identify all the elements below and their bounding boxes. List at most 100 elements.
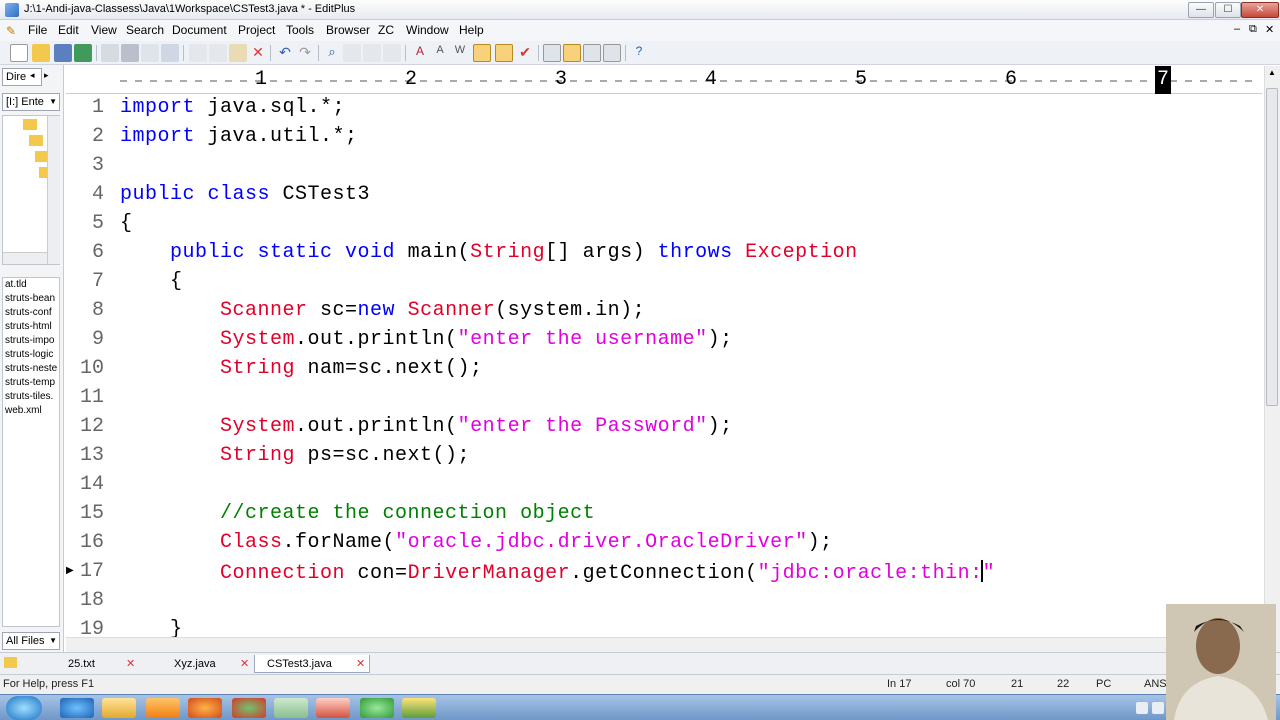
app-icon[interactable] — [274, 698, 308, 718]
menu-project[interactable]: Project — [238, 23, 275, 37]
menu-browser[interactable]: Browser — [326, 23, 370, 37]
code-line[interactable]: } — [120, 618, 183, 637]
goto-icon[interactable] — [383, 44, 401, 62]
directory-tab[interactable]: Dire — [2, 68, 42, 86]
code-line[interactable]: Scanner sc=new Scanner(system.in); — [120, 299, 645, 322]
find-icon[interactable]: ⌕ — [323, 44, 341, 62]
app-icon[interactable] — [402, 698, 436, 718]
close-button[interactable]: ✕ — [1241, 2, 1279, 18]
font-size-icon[interactable]: A — [431, 44, 449, 62]
line-numbers-icon[interactable] — [473, 44, 491, 62]
file-list-item[interactable]: struts-conf — [3, 306, 59, 320]
code-editor[interactable]: ▶ 1 import java.sql.*; 2 import java.util.*… — [66, 95, 1262, 637]
menu-window[interactable]: Window — [406, 23, 449, 37]
cliptext-icon[interactable] — [603, 44, 621, 62]
code-line[interactable]: //create the connection object — [120, 502, 595, 525]
file-list-item[interactable]: web.xml — [3, 404, 59, 418]
menu-zc[interactable]: ZC — [378, 23, 394, 37]
fullscreen-icon[interactable] — [543, 44, 561, 62]
file-list-item[interactable]: at.tld — [3, 278, 59, 292]
firefox-icon[interactable] — [188, 698, 222, 718]
save-icon[interactable] — [54, 44, 72, 62]
menu-edit[interactable]: Edit — [58, 23, 79, 37]
find-in-files-icon[interactable] — [363, 44, 381, 62]
minimize-button[interactable]: — — [1188, 2, 1214, 18]
print-preview-icon[interactable] — [101, 44, 119, 62]
horizontal-scrollbar[interactable] — [66, 637, 1262, 652]
tray-icon[interactable] — [1152, 702, 1164, 714]
menu-document[interactable]: Document — [172, 23, 227, 37]
file-list-item[interactable]: struts-neste — [3, 362, 59, 376]
file-list-item[interactable]: struts-impo — [3, 334, 59, 348]
check-icon[interactable]: ✔ — [516, 44, 534, 62]
tab-xyz-java[interactable]: Xyz.java — [162, 655, 252, 673]
close-icon[interactable]: ✕ — [240, 657, 249, 670]
print-icon[interactable] — [121, 44, 139, 62]
help-icon[interactable]: ? — [630, 44, 648, 62]
mdi-close-button[interactable]: ✕ — [1265, 23, 1274, 36]
tree-hscrollbar[interactable] — [3, 252, 47, 264]
code-line[interactable]: String ps=sc.next(); — [120, 444, 470, 467]
paste-icon[interactable] — [229, 44, 247, 62]
close-icon[interactable]: ✕ — [356, 657, 365, 670]
mdi-restore-button[interactable]: ⧉ — [1249, 23, 1257, 36]
file-filter-select[interactable]: All Files ▼ — [2, 632, 60, 650]
code-line[interactable]: System.out.println("enter the username")… — [120, 328, 733, 351]
media-player-icon[interactable] — [146, 698, 180, 718]
panel-prev-arrow-icon[interactable]: ◂ — [30, 70, 35, 81]
file-list-item[interactable]: struts-logic — [3, 348, 59, 362]
scroll-up-icon[interactable]: ▲ — [1268, 68, 1276, 77]
menu-file[interactable]: File — [28, 23, 47, 37]
new-file-icon[interactable] — [10, 44, 28, 62]
code-line[interactable]: public static void main(String[] args) t… — [120, 241, 858, 264]
code-line[interactable]: { — [120, 270, 183, 293]
menu-help[interactable]: Help — [459, 23, 484, 37]
start-button[interactable] — [6, 696, 42, 720]
code-line[interactable]: String nam=sc.next(); — [120, 357, 483, 380]
file-list-item[interactable]: struts-temp — [3, 376, 59, 390]
file-list-item[interactable]: struts-tiles. — [3, 390, 59, 404]
redo-icon[interactable]: ↷ — [296, 44, 314, 62]
open-folder-icon[interactable] — [32, 44, 50, 62]
ruler-icon[interactable] — [495, 44, 513, 62]
folder-tree[interactable] — [2, 115, 60, 265]
close-icon[interactable]: ✕ — [126, 657, 135, 670]
delete-icon[interactable]: ✕ — [249, 44, 267, 62]
ie-icon[interactable] — [60, 698, 94, 718]
menu-tools[interactable]: Tools — [286, 23, 314, 37]
cut-icon[interactable] — [189, 44, 207, 62]
save-all-icon[interactable] — [74, 44, 92, 62]
mdi-minimize-button[interactable]: – — [1234, 23, 1240, 35]
replace-icon[interactable] — [343, 44, 361, 62]
file-list[interactable]: at.tld struts-bean struts-conf struts-html s… — [2, 277, 60, 627]
browser-icon[interactable] — [161, 44, 179, 62]
output-window-icon[interactable] — [583, 44, 601, 62]
code-line[interactable]: { — [120, 212, 133, 235]
camtasia-icon[interactable] — [360, 698, 394, 718]
code-line[interactable]: import java.sql.*; — [120, 96, 345, 119]
code-line[interactable]: import java.util.*; — [120, 125, 358, 148]
code-line[interactable]: System.out.println("enter the Password")… — [120, 415, 733, 438]
font-icon[interactable]: A — [411, 44, 429, 62]
menu-search[interactable]: Search — [126, 23, 164, 37]
directory-window-icon[interactable] — [563, 44, 581, 62]
code-line[interactable]: Connection con=DriverManager.getConnecti… — [120, 560, 995, 585]
chrome-icon[interactable] — [232, 698, 266, 718]
word-wrap-icon[interactable]: W — [451, 44, 469, 62]
file-list-item[interactable]: struts-bean — [3, 292, 59, 306]
code-line[interactable]: public class CSTest3 — [120, 183, 370, 206]
file-list-item[interactable]: struts-html — [3, 320, 59, 334]
code-line[interactable]: Class.forName("oracle.jdbc.driver.Oracle… — [120, 531, 833, 554]
maximize-button[interactable]: ☐ — [1215, 2, 1241, 18]
panel-next-arrow-icon[interactable]: ▸ — [44, 70, 49, 81]
undo-icon[interactable]: ↶ — [276, 44, 294, 62]
tray-icon[interactable] — [1136, 702, 1148, 714]
copy-icon[interactable] — [209, 44, 227, 62]
tab-cstest3-java[interactable]: CSTest3.java — [254, 655, 370, 673]
drive-select[interactable]: [I:] Ente ▼ — [2, 93, 60, 111]
vertical-scroll-thumb[interactable] — [1266, 88, 1278, 406]
tree-scrollbar[interactable] — [47, 116, 60, 264]
explorer-icon[interactable] — [102, 698, 136, 718]
menu-view[interactable]: View — [91, 23, 117, 37]
spellcheck-icon[interactable] — [141, 44, 159, 62]
